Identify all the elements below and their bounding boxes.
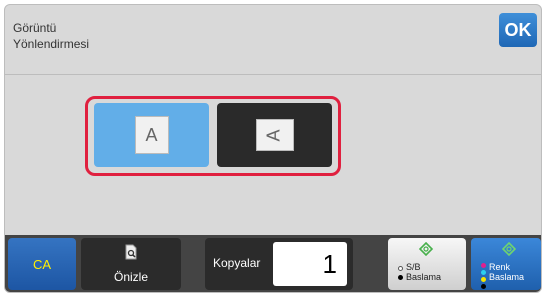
copies-panel: Kopyalar 1 (205, 238, 353, 290)
color-start-label: Renk Baslama (489, 262, 524, 282)
landscape-page-icon: A (255, 119, 294, 151)
bw-start-label: S/B Baslama (406, 262, 441, 282)
color-start-button[interactable]: Renk Baslama (471, 238, 541, 290)
cyan-dot-icon (481, 270, 486, 275)
landscape-glyph: A (263, 128, 284, 142)
clear-all-button[interactable]: CA (8, 238, 76, 290)
portrait-glyph: A (145, 124, 158, 145)
header-divider (5, 74, 541, 75)
landscape-orientation-button[interactable]: A (217, 103, 332, 167)
magenta-dot-icon (481, 263, 486, 268)
yellow-dot-icon (481, 277, 486, 282)
bw-start-line2: Baslama (406, 272, 442, 282)
black-dot-icon (481, 284, 486, 289)
preview-icon (125, 244, 137, 260)
start-diamond-icon (419, 242, 433, 256)
color-start-line2: Baslama (489, 272, 525, 282)
preview-label: Önizle (113, 270, 148, 284)
page-title: Görüntü Yönlendirmesi (13, 20, 89, 52)
bottom-toolbar: CA Önizle Kopyalar 1 S/B Baslama Renk Ba… (5, 235, 541, 292)
portrait-page-icon: A (134, 116, 169, 154)
bw-start-line1: S/B (406, 262, 421, 272)
color-start-line1: Renk (489, 262, 511, 272)
start-diamond-icon (502, 242, 516, 256)
preview-button[interactable]: Önizle (81, 238, 181, 290)
bw-start-button[interactable]: S/B Baslama (388, 238, 466, 290)
copies-label: Kopyalar (213, 256, 261, 270)
orientation-screen: Görüntü Yönlendirmesi OK A A CA Önizle K… (4, 4, 542, 293)
ok-button[interactable]: OK (499, 13, 537, 47)
page-title-line1: Görüntü (13, 21, 57, 35)
portrait-orientation-button[interactable]: A (94, 103, 209, 167)
white-dot-icon (398, 266, 403, 271)
copies-input[interactable]: 1 (273, 242, 347, 286)
black-dot-icon (398, 275, 403, 280)
page-title-line2: Yönlendirmesi (13, 37, 90, 51)
orientation-selector: A A (85, 96, 341, 176)
